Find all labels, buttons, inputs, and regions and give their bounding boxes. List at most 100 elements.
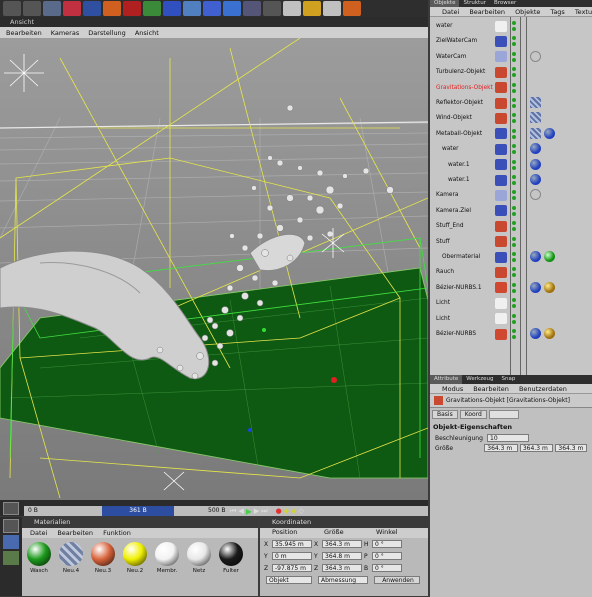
material-item[interactable]: Neu.4	[57, 542, 85, 574]
render-dot-icon[interactable]	[512, 242, 516, 247]
object-row[interactable]: Reflektor-Objekt	[430, 96, 592, 110]
object-row[interactable]: Gravitations-Objekt	[430, 81, 592, 95]
attr-coord-button[interactable]: Koord	[459, 410, 487, 419]
attr-object-button[interactable]: Objekt	[488, 410, 519, 419]
render-dot-icon[interactable]	[512, 119, 516, 124]
coord-size-mode-select[interactable]: Abmessung	[318, 576, 368, 584]
coord-value-input[interactable]: 35.945 m	[272, 540, 312, 548]
layout-icon[interactable]	[3, 519, 19, 533]
target-tag-icon[interactable]	[530, 189, 541, 201]
tab-browser[interactable]: Browser	[490, 0, 520, 7]
material-tag-icon[interactable]	[530, 251, 541, 262]
material-tag-icon[interactable]	[544, 127, 555, 139]
object-row[interactable]: ZielWaterCam	[430, 34, 592, 48]
coord-value-input[interactable]: 0 m	[272, 552, 312, 560]
play-icon[interactable]: ▶	[246, 507, 252, 516]
object-row[interactable]: Metaball-Objekt	[430, 127, 592, 141]
render-dot-icon[interactable]	[512, 273, 516, 278]
visibility-dot-icon[interactable]	[512, 236, 516, 241]
visibility-dot-icon[interactable]	[512, 298, 516, 303]
tab-structure[interactable]: Struktur	[459, 0, 489, 7]
tab-attributes[interactable]: Attribute	[430, 375, 463, 384]
attr-menu-mode[interactable]: Modus	[442, 385, 463, 393]
x-axis-icon[interactable]	[123, 1, 141, 16]
forward-icon[interactable]: ⏭	[261, 507, 267, 516]
material-tag-icon[interactable]	[530, 328, 541, 339]
scene-icon[interactable]	[263, 1, 281, 16]
render-dot-icon[interactable]	[512, 319, 516, 324]
visibility-dot-icon[interactable]	[512, 329, 516, 333]
material-item[interactable]: Neu.3	[89, 542, 117, 574]
visibility-dot-icon[interactable]	[512, 282, 516, 287]
redo-icon[interactable]	[23, 1, 41, 16]
viewport-menu-view[interactable]: Ansicht	[135, 29, 159, 37]
render-dot-icon[interactable]	[512, 104, 516, 108]
object-row[interactable]: Stuff	[430, 235, 592, 249]
render-dot-icon[interactable]	[512, 211, 516, 216]
visibility-dot-icon[interactable]	[512, 190, 516, 195]
texture-tag-icon[interactable]	[530, 97, 541, 108]
attr-basis-button[interactable]: Basis	[432, 410, 458, 419]
material-item[interactable]: Wasch	[25, 542, 53, 574]
record-icon[interactable]: ●	[276, 507, 282, 515]
material-tag-icon[interactable]	[530, 174, 541, 185]
objects-menu-file[interactable]: Datei	[442, 8, 459, 16]
render-dot-icon[interactable]	[512, 88, 516, 93]
render-dot-icon[interactable]	[512, 134, 516, 139]
material-item[interactable]: Membr.	[153, 542, 181, 574]
coord-mode-select[interactable]: Objekt	[266, 576, 312, 584]
visibility-dot-icon[interactable]	[512, 252, 516, 256]
visibility-dot-icon[interactable]	[512, 313, 516, 318]
visibility-dot-icon[interactable]	[512, 51, 516, 56]
tab-objects[interactable]: Objekte	[430, 0, 460, 7]
coord-value-input[interactable]: 364.3 m	[322, 564, 362, 572]
objects-menu-edit[interactable]: Bearbeiten	[469, 8, 505, 16]
undo-icon[interactable]	[3, 1, 21, 16]
deformer-icon[interactable]	[343, 1, 361, 16]
render-dot-icon[interactable]	[512, 73, 516, 78]
object-row[interactable]: Kamera.Ziel	[430, 204, 592, 218]
render-dot-icon[interactable]	[512, 42, 516, 47]
step-forward-icon[interactable]: ▶	[254, 507, 259, 515]
size-y-input[interactable]: 364.3 m	[519, 444, 554, 452]
scale-icon[interactable]	[83, 1, 101, 16]
texture-tag-icon[interactable]	[530, 112, 541, 124]
visibility-dot-icon[interactable]	[512, 113, 516, 118]
visibility-dot-icon[interactable]	[512, 36, 516, 41]
size-x-input[interactable]: 364.3 m	[484, 444, 518, 452]
materials-menu-file[interactable]: Datei	[30, 529, 47, 537]
material-tag-icon[interactable]	[530, 158, 541, 170]
coord-value-input[interactable]: 0 °	[372, 540, 402, 548]
visibility-dot-icon[interactable]	[512, 82, 516, 87]
materials-menu-function[interactable]: Funktion	[103, 529, 131, 537]
objects-menu-objects[interactable]: Objekte	[515, 8, 540, 16]
visibility-dot-icon[interactable]	[512, 175, 516, 179]
visibility-dot-icon[interactable]	[512, 98, 516, 102]
render-dot-icon[interactable]	[512, 258, 516, 262]
key-icon[interactable]: ◆	[284, 507, 289, 515]
material-tag-icon[interactable]	[544, 251, 555, 262]
attr-menu-edit[interactable]: Bearbeiten	[473, 385, 509, 393]
coord-value-input[interactable]: 364.8 m	[322, 552, 362, 560]
visibility-dot-icon[interactable]	[512, 205, 516, 210]
coord-value-input[interactable]: 364.3 m	[322, 540, 362, 548]
tab-snap[interactable]: Snap	[498, 375, 520, 384]
visibility-dot-icon[interactable]	[512, 221, 516, 226]
size-z-input[interactable]: 364.3 m	[555, 444, 588, 452]
apply-button[interactable]: Anwenden	[374, 576, 420, 584]
attr-menu-userdata[interactable]: Benutzerdaten	[519, 385, 567, 393]
object-row[interactable]: water	[430, 142, 592, 156]
key-icon-2[interactable]: ◆	[291, 507, 296, 515]
render-dot-icon[interactable]	[512, 57, 516, 62]
rewind-icon[interactable]: ⏮	[230, 507, 236, 516]
coord-value-input[interactable]: -97.875 m	[272, 564, 312, 572]
objects-menu-tags[interactable]: Tags	[550, 8, 564, 16]
object-row[interactable]: Rauch	[430, 265, 592, 279]
texture-tag-icon[interactable]	[530, 127, 541, 139]
object-row[interactable]: Stuff_End	[430, 219, 592, 233]
accel-input[interactable]: 10	[487, 434, 529, 442]
render-icon[interactable]	[243, 1, 261, 16]
3d-viewport[interactable]	[0, 38, 428, 500]
coord-value-input[interactable]: 0 °	[372, 564, 402, 572]
cube-icon[interactable]	[203, 1, 221, 16]
